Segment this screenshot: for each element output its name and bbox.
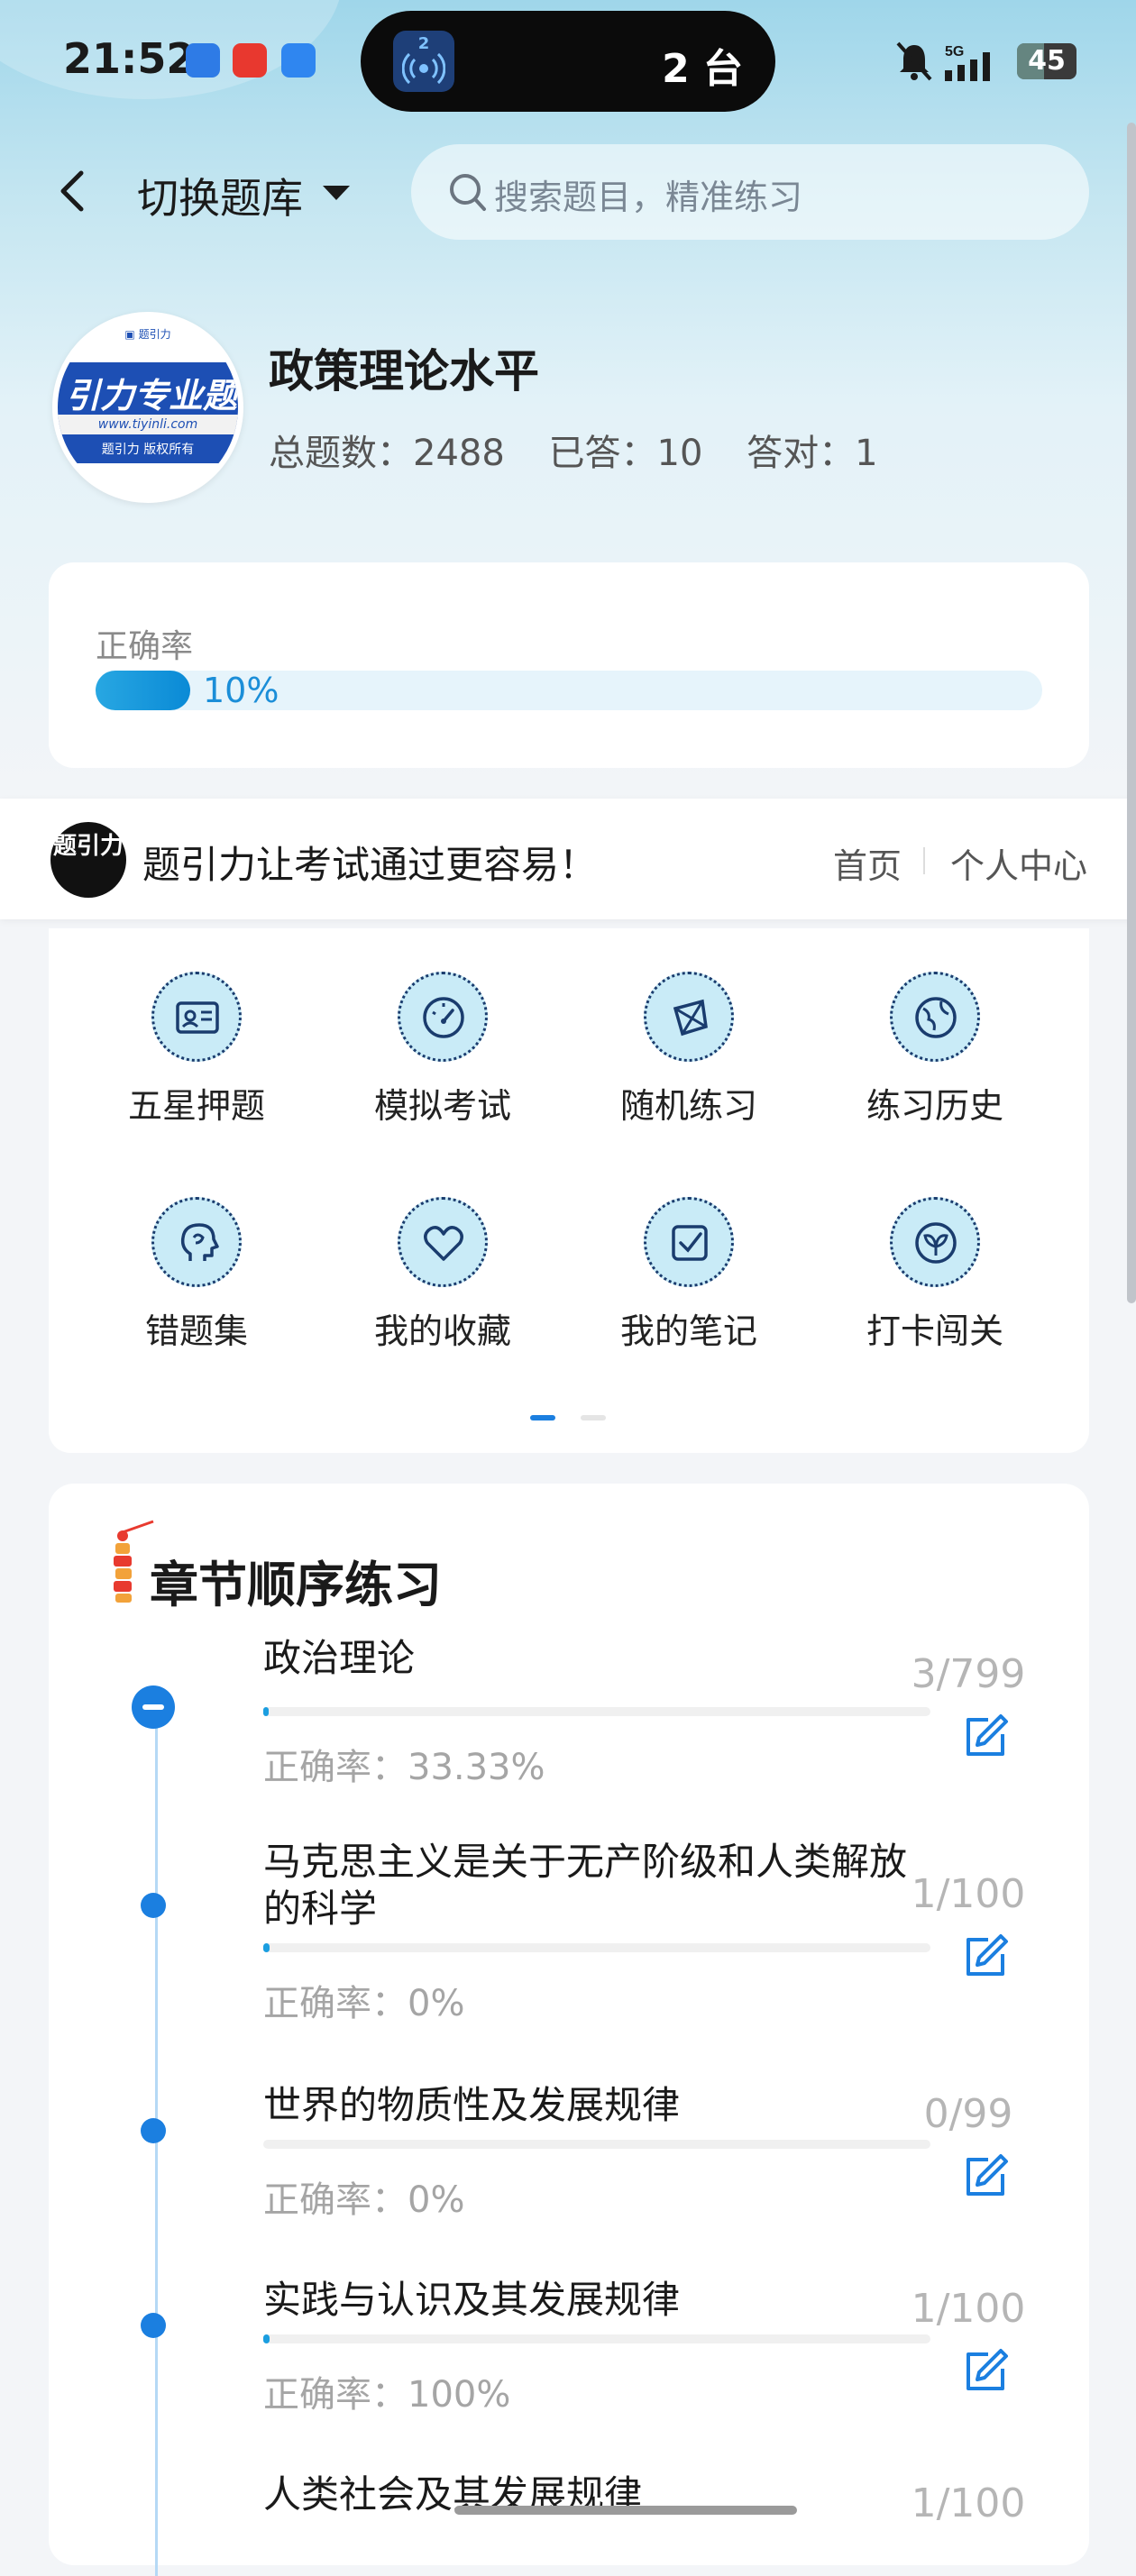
battery-indicator: 45 bbox=[1017, 43, 1076, 79]
status-bar: 21:52 2 2 台 5G 45 bbox=[0, 0, 1136, 123]
toutiao-notification-icon bbox=[233, 43, 267, 78]
chapter-count: 3/799 bbox=[911, 1651, 1026, 1697]
feature-label: 模拟考试 bbox=[373, 1086, 511, 1126]
speedometer-icon bbox=[423, 997, 464, 1038]
bank-stats: 总题数：2488 已答：10 答对：1 bbox=[269, 424, 911, 476]
logo-copyright: 题引力 版权所有 bbox=[101, 443, 195, 457]
chapter-progress-fill bbox=[263, 1943, 270, 1952]
chapter-progress-fill bbox=[263, 1707, 269, 1716]
chapter-count: 1/100 bbox=[911, 2480, 1026, 2526]
bell-muted-icon bbox=[896, 41, 932, 81]
pill-device-count: 2 台 bbox=[662, 46, 743, 92]
chapter-accuracy: 正确率：33.33% bbox=[263, 1747, 545, 1788]
chapter-accuracy: 正确率：0% bbox=[263, 2179, 465, 2221]
signal-icon: 5G bbox=[945, 44, 990, 81]
caret-down-icon[interactable] bbox=[321, 184, 352, 202]
chapter-progress-fill bbox=[263, 2334, 270, 2343]
collapse-icon[interactable] bbox=[132, 1685, 175, 1729]
chapter-count: 1/100 bbox=[911, 1871, 1026, 1917]
app-notification-icon bbox=[186, 43, 220, 78]
chapter-progress bbox=[263, 1707, 930, 1716]
chapter-progress bbox=[263, 2140, 930, 2149]
feature-grid: 五星押题 模拟考试 随机练习 练习历史 错题集 我的收藏 我的笔记 打卡闯关 bbox=[49, 928, 1089, 1453]
banner-slogan: 题引力让考试通过更容易！ bbox=[142, 843, 598, 887]
edit-icon[interactable] bbox=[961, 1713, 1010, 1761]
total-questions: 总题数：2488 bbox=[269, 433, 505, 474]
page-dot-active bbox=[530, 1415, 555, 1420]
logo-top-mark: ▣ 题引力 bbox=[124, 328, 171, 341]
feature-label: 打卡闯关 bbox=[866, 1311, 1003, 1351]
accuracy-card: 正确率 10% bbox=[49, 562, 1089, 768]
feature-label: 五星押题 bbox=[127, 1086, 265, 1126]
chapter-practice-card: 章节顺序练习 政治理论 正确率：33.33% 3/799 马克思主义是关于无产阶… bbox=[49, 1484, 1089, 2576]
accuracy-progress-track: 10% bbox=[96, 671, 1042, 710]
heart-icon bbox=[424, 1226, 463, 1261]
dynamic-island[interactable]: 2 2 台 bbox=[361, 11, 775, 112]
logo-main-text: 引力专业题 bbox=[65, 376, 237, 416]
logo-url: www.tiyinli.com bbox=[58, 415, 238, 434]
feature-wrong-set[interactable]: 错题集 bbox=[97, 1197, 296, 1353]
feature-label: 练习历史 bbox=[866, 1086, 1003, 1126]
checkbox-icon bbox=[672, 1225, 708, 1261]
scrollbar[interactable] bbox=[1127, 123, 1136, 1303]
banner-divider bbox=[923, 847, 925, 874]
accuracy-percent: 10% bbox=[203, 671, 279, 710]
feature-random-practice[interactable]: 随机练习 bbox=[590, 972, 788, 1128]
search-icon bbox=[450, 174, 486, 211]
home-link[interactable]: 首页 bbox=[833, 838, 902, 888]
chapter-count: 0/99 bbox=[923, 2091, 1013, 2137]
chapter-accuracy: 正确率：100% bbox=[263, 2374, 511, 2416]
timeline-node bbox=[141, 2118, 166, 2143]
feature-checkin[interactable]: 打卡闯关 bbox=[836, 1197, 1034, 1353]
head-icon bbox=[180, 1223, 219, 1261]
feature-notes[interactable]: 我的笔记 bbox=[590, 1197, 788, 1353]
feature-label: 随机练习 bbox=[619, 1086, 757, 1126]
feature-label: 我的收藏 bbox=[373, 1311, 511, 1351]
edit-icon[interactable] bbox=[961, 1932, 1010, 1981]
feature-history[interactable]: 练习历史 bbox=[836, 972, 1034, 1128]
search-placeholder: 搜索题目，精准练习 bbox=[494, 178, 803, 217]
chapter-accuracy: 正确率：0% bbox=[263, 1983, 465, 2024]
timeline-node bbox=[141, 1893, 166, 1918]
edit-icon[interactable] bbox=[961, 2152, 1010, 2201]
profile-link[interactable]: 个人中心 bbox=[950, 838, 1087, 888]
feature-label: 我的笔记 bbox=[619, 1311, 757, 1351]
message-notification-icon bbox=[281, 43, 316, 78]
home-indicator[interactable] bbox=[454, 2506, 797, 2515]
chapter-progress bbox=[263, 1943, 930, 1952]
promo-banner: 题引力 题引力让考试通过更容易！ 首页 个人中心 bbox=[0, 799, 1136, 919]
id-card-icon bbox=[176, 1001, 219, 1034]
globe-icon bbox=[915, 997, 957, 1038]
network-icon bbox=[673, 999, 708, 1037]
correct-count: 答对：1 bbox=[747, 433, 878, 474]
chapter-timeline bbox=[155, 1711, 158, 2576]
chapter-section-title: 章节顺序练习 bbox=[150, 1557, 442, 1613]
feature-five-star[interactable]: 五星押题 bbox=[97, 972, 296, 1128]
switch-bank-button[interactable]: 切换题库 bbox=[137, 166, 303, 225]
answered-count: 已答：10 bbox=[548, 433, 703, 474]
chapter-progress bbox=[263, 2334, 930, 2343]
chapter-name: 世界的物质性及发展规律 bbox=[263, 2083, 681, 2127]
feature-label: 错题集 bbox=[144, 1311, 248, 1351]
leaf-icon bbox=[915, 1222, 957, 1264]
chapter-name: 政治理论 bbox=[263, 1636, 416, 1680]
search-input[interactable]: 搜索题目，精准练习 bbox=[411, 144, 1089, 240]
edit-icon[interactable] bbox=[961, 2347, 1010, 2396]
feature-mock-exam[interactable]: 模拟考试 bbox=[344, 972, 542, 1128]
chapter-name: 马克思主义是关于无产阶级和人类解放的科学 bbox=[263, 1840, 908, 1931]
broadcast-icon: 2 bbox=[393, 31, 454, 92]
page-dot bbox=[581, 1415, 606, 1420]
bank-logo: ▣ 题引力 引力专业题 www.tiyinli.com 题引力 版权所有 bbox=[52, 312, 243, 503]
feature-favorites[interactable]: 我的收藏 bbox=[344, 1197, 542, 1353]
back-arrow-icon[interactable] bbox=[54, 166, 90, 216]
svg-text:5G: 5G bbox=[945, 44, 964, 59]
chapter-count: 1/100 bbox=[911, 2286, 1026, 2332]
timeline-node bbox=[141, 2313, 166, 2338]
accuracy-progress-fill bbox=[96, 671, 190, 710]
chapter-name: 实践与认识及其发展规律 bbox=[263, 2278, 681, 2322]
bank-title: 政策理论水平 bbox=[269, 345, 539, 397]
status-time: 21:52 bbox=[63, 34, 196, 83]
tiyinli-logo: 题引力 bbox=[50, 822, 126, 898]
accuracy-label: 正确率 bbox=[96, 628, 194, 665]
